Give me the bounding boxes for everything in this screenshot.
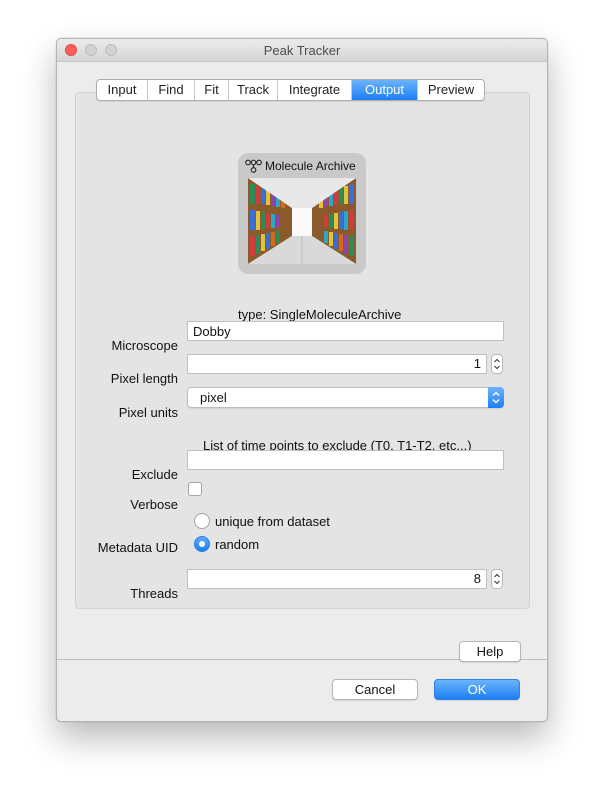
archive-title: Molecule Archive: [265, 159, 356, 173]
verbose-checkbox[interactable]: [188, 482, 202, 496]
tab-preview[interactable]: Preview: [418, 80, 484, 100]
archive-header: Molecule Archive: [245, 158, 362, 174]
tab-find[interactable]: Find: [148, 80, 195, 100]
cancel-button[interactable]: Cancel: [332, 679, 418, 700]
microscope-label: Microscope: [111, 338, 178, 353]
tab-input[interactable]: Input: [97, 80, 148, 100]
threads-field[interactable]: 8: [187, 569, 487, 589]
verbose-label: Verbose: [130, 497, 178, 512]
radio-random-label[interactable]: random: [215, 537, 259, 552]
dialog-content: Input Find Fit Track Integrate Output Pr…: [57, 62, 547, 662]
title-bar[interactable]: Peak Tracker: [57, 39, 547, 62]
archive-type-label: type: SingleMoleculeArchive: [238, 307, 402, 322]
pixel-units-select[interactable]: pixel: [187, 387, 504, 408]
radio-unique-from-dataset-label[interactable]: unique from dataset: [215, 514, 330, 529]
threads-label: Threads: [130, 586, 178, 601]
tab-track[interactable]: Track: [229, 80, 278, 100]
peak-tracker-dialog: Peak Tracker Input Find Fit Track Integr…: [56, 38, 548, 722]
microscope-field[interactable]: [187, 321, 504, 341]
metadata-uid-label: Metadata UID: [97, 540, 178, 555]
tab-bar: Input Find Fit Track Integrate Output Pr…: [96, 79, 485, 101]
pixel-length-label: Pixel length: [110, 371, 178, 386]
exclude-field[interactable]: [187, 450, 504, 470]
ok-button[interactable]: OK: [434, 679, 520, 700]
exclude-label: Exclude: [131, 467, 178, 482]
select-arrows-icon: [488, 387, 504, 408]
pixel-length-field[interactable]: 1: [187, 354, 487, 374]
library-shelves-image: [248, 178, 356, 264]
threads-stepper[interactable]: [491, 569, 503, 589]
radio-unique-from-dataset[interactable]: [194, 513, 210, 529]
pixel-length-stepper[interactable]: [491, 354, 503, 374]
molecule-archive-card: Molecule Archive: [238, 153, 366, 274]
pixel-units-value: pixel: [200, 390, 227, 405]
pixel-units-label: Pixel units: [118, 405, 178, 420]
stepper-arrows-icon: [494, 358, 500, 370]
stepper-arrows-icon: [494, 573, 500, 585]
window-title: Peak Tracker: [263, 43, 341, 58]
radio-random[interactable]: [194, 536, 210, 552]
molecule-icon: [245, 159, 262, 173]
tab-fit[interactable]: Fit: [195, 80, 229, 100]
help-button[interactable]: Help: [459, 641, 521, 662]
tab-integrate[interactable]: Integrate: [278, 80, 352, 100]
tab-output[interactable]: Output: [352, 80, 418, 100]
